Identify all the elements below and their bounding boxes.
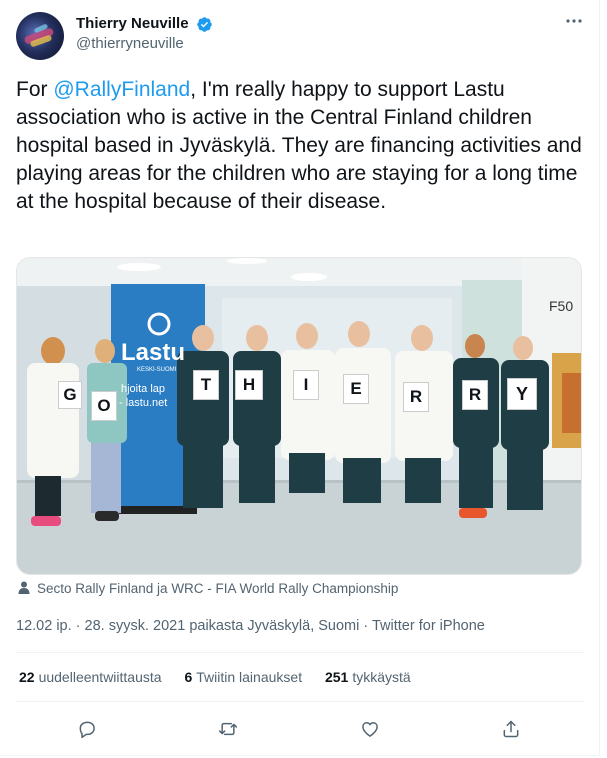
tweet-time[interactable]: 12.02 ip. xyxy=(16,618,72,634)
author-info[interactable]: Thierry Neuville @thierryneuville xyxy=(76,14,213,54)
tweet-meta: 12.02 ip. · 28. syysk. 2021 paikasta Jyv… xyxy=(16,616,485,636)
card-letter: Y xyxy=(507,378,537,410)
reply-icon[interactable] xyxy=(72,714,102,744)
person-icon xyxy=(18,581,30,594)
tagged-users[interactable]: Secto Rally Finland ja WRC - FIA World R… xyxy=(18,580,398,598)
author-display-name[interactable]: Thierry Neuville xyxy=(76,14,189,34)
more-icon[interactable] xyxy=(562,14,586,34)
banner-brand: Lastu xyxy=(121,339,186,366)
card-letter: G xyxy=(58,381,82,409)
tweet-stats: 22 uudelleentwiittausta 6 Twiitin lainauks… xyxy=(16,667,427,687)
tweet-photo[interactable]: Lastu KESKI-SUOMI hjoita lap - lastu.net… xyxy=(16,257,582,575)
quote-label: Twiitin lainaukset xyxy=(196,669,303,685)
card-letter: O xyxy=(91,391,117,421)
tweet-text: For @RallyFinland, I'm really happy to s… xyxy=(16,76,588,216)
like-count[interactable]: 251 tykkäystä xyxy=(325,667,411,687)
card-letter: R xyxy=(403,382,429,412)
share-icon[interactable] xyxy=(496,714,526,744)
card-letter: H xyxy=(235,370,263,400)
divider xyxy=(16,652,584,653)
like-number: 251 xyxy=(324,669,349,685)
like-icon[interactable] xyxy=(355,714,385,744)
meta-separator-2: · xyxy=(363,618,372,634)
card-letter: I xyxy=(293,370,319,400)
tweet-date[interactable]: 28. syysk. 2021 xyxy=(85,618,186,634)
retweet-count[interactable]: 22 uudelleentwiittausta xyxy=(19,667,162,687)
card-letter: E xyxy=(343,374,369,404)
tweet-header: Thierry Neuville @thierryneuville xyxy=(16,12,586,62)
like-label: tykkäystä xyxy=(352,669,411,685)
room-sign: F50 xyxy=(549,298,574,314)
banner-sub: KESKI-SUOMI xyxy=(137,367,177,373)
card-letter: R xyxy=(462,380,488,410)
tweet-text-intro: For xyxy=(16,78,54,101)
tweet-card: Thierry Neuville @thierryneuville For @R… xyxy=(0,0,600,756)
avatar[interactable] xyxy=(16,12,64,60)
tagged-text: Secto Rally Finland ja WRC - FIA World R… xyxy=(37,581,399,596)
tweet-location[interactable]: paikasta Jyväskylä, Suomi xyxy=(189,618,359,634)
author-handle[interactable]: @thierryneuville xyxy=(76,34,213,54)
banner-line-2: - lastu.net xyxy=(119,397,168,409)
mention-link[interactable]: @RallyFinland xyxy=(53,78,190,101)
retweet-icon[interactable] xyxy=(213,714,243,744)
quote-count[interactable]: 6 Twiitin lainaukset xyxy=(184,667,302,687)
banner-line-1: hjoita lap xyxy=(121,383,166,395)
retweet-number: 22 xyxy=(19,669,35,685)
divider xyxy=(16,701,584,702)
verified-badge-icon xyxy=(197,16,212,32)
meta-separator-1: · xyxy=(75,618,85,634)
action-bar xyxy=(16,714,584,744)
quote-number: 6 xyxy=(184,669,193,685)
card-letter: T xyxy=(193,370,219,400)
tweet-source[interactable]: Twitter for iPhone xyxy=(372,618,485,634)
retweet-label: uudelleentwiittausta xyxy=(38,669,162,685)
